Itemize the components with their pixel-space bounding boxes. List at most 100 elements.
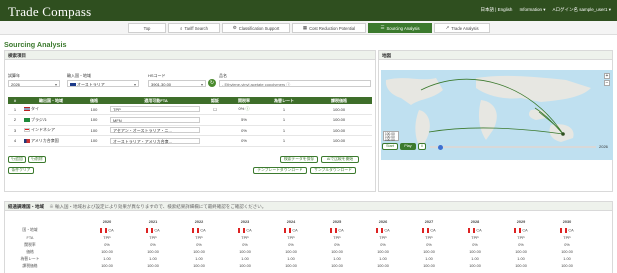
fta-value: TPP	[110, 106, 200, 112]
fta-cell[interactable]: アセアン・オーストラリア・ニ...	[108, 125, 204, 136]
country-cell[interactable]: タイ	[22, 104, 80, 115]
fta-cell[interactable]: オーストラリア・アメリカ合衆...	[108, 135, 204, 147]
template-download-button[interactable]: テンプレートダウンロード	[253, 167, 307, 174]
trend-cell-rate: 0%	[228, 243, 262, 247]
fx-value: 1	[282, 117, 286, 123]
table-row: 4 アメリカ合衆国 100 オーストラリア・アメリカ合衆... 0% 1 100…	[8, 135, 372, 147]
trend-value: TPP	[517, 236, 525, 240]
trend-cell-fx: 1.00	[550, 257, 584, 261]
fx-cell[interactable]: 1	[262, 125, 306, 136]
zoom-in-button[interactable]: +	[604, 73, 610, 79]
legend-value: 100.00	[385, 138, 395, 142]
information-menu[interactable]: Information ▾	[519, 7, 545, 13]
trend-cell-fx: 1.00	[504, 257, 538, 261]
rate-cell: 5%	[226, 114, 262, 126]
tab-tariff-search[interactable]: ⌕ Tariff Search	[168, 23, 220, 33]
year-header: 2029	[516, 220, 526, 224]
tab-classification-support[interactable]: ⚙ Classification Support	[222, 23, 290, 33]
top-links: 日本語 | English Information ▾ Aログイン名 sampl…	[481, 7, 612, 13]
trend-value: CA	[292, 228, 298, 233]
trend-cell-country: CA	[228, 228, 262, 233]
zoom-out-button[interactable]: −	[604, 80, 610, 86]
pause-button[interactable]: ‖	[418, 143, 426, 150]
list-icon: ☰	[380, 25, 385, 30]
trend-cell-country: CA	[320, 228, 354, 233]
country-cell[interactable]: ブラジル	[22, 114, 80, 126]
flag-icon	[24, 138, 30, 143]
product-field[interactable]: - Ethylene-vinyl acetate copolymers ⓘ	[219, 80, 371, 87]
trend-cell-value: 100.00	[320, 264, 354, 268]
timeline-handle[interactable]	[438, 144, 443, 150]
add-row-button[interactable]: 行追加	[8, 156, 26, 163]
canada-flag-icon	[514, 228, 522, 233]
trend-value: CA	[568, 228, 574, 233]
trend-cell-country: CA	[504, 228, 538, 233]
trend-value: 1.00	[471, 257, 479, 261]
year-header: 2026	[378, 220, 388, 224]
country-select[interactable]: オーストラリア ▾	[67, 80, 139, 87]
timeline-slider[interactable]	[430, 146, 596, 148]
trend-cell-fx: 1.00	[412, 257, 446, 261]
trend-cell-country: CA	[366, 228, 400, 233]
trend-value: 100.00	[331, 264, 343, 268]
fx-cell[interactable]: 1	[262, 135, 306, 147]
trend-cell-value: 100.00	[136, 264, 170, 268]
trend-cell-price: 100.00	[90, 250, 124, 254]
user-menu[interactable]: Aログイン名 sample_user1 ▾	[552, 7, 611, 13]
trend-value: 0%	[288, 243, 294, 247]
trend-value: 0%	[242, 243, 248, 247]
delete-row-button[interactable]: 行削除	[28, 156, 46, 163]
trend-value: 100.00	[469, 264, 481, 268]
fta-cell[interactable]: MFN	[108, 114, 204, 126]
cert-checkbox[interactable]: ☐	[204, 104, 226, 115]
play-button[interactable]: Play	[400, 143, 416, 150]
hs-code-value: 3901.30.00	[151, 82, 172, 87]
trend-cell-fx: 1.00	[320, 257, 354, 261]
trend-value: 100.00	[469, 250, 481, 254]
info-icon[interactable]: ⓘ	[245, 106, 249, 111]
trend-value: 100.00	[101, 250, 113, 254]
brand-logo[interactable]: Trade Compass	[8, 4, 91, 20]
price-cell[interactable]: 100	[80, 125, 108, 136]
sample-download-button[interactable]: サンプルダウンロード	[310, 167, 356, 174]
row-number: 4	[8, 135, 22, 147]
price-value: 100	[90, 127, 98, 133]
chevron-down-icon: ▾	[133, 82, 136, 87]
price-cell[interactable]: 100	[80, 104, 108, 115]
cert-checkbox[interactable]	[204, 114, 226, 126]
fta-cell[interactable]: TPP	[108, 104, 204, 115]
trend-value: CA	[246, 228, 252, 233]
clear-button[interactable]: 条件クリア	[8, 167, 34, 174]
trend-cell-country: CA	[90, 228, 124, 233]
tab-trade-analysis[interactable]: ↗ Trade Analysis	[434, 23, 490, 33]
fx-cell[interactable]: 1	[262, 104, 306, 115]
tab-top[interactable]: Top	[128, 23, 166, 33]
price-cell[interactable]: 100	[80, 114, 108, 126]
refresh-icon[interactable]: ↻	[208, 79, 216, 87]
fx-cell[interactable]: 1	[262, 114, 306, 126]
tab-label: Top	[143, 25, 151, 31]
tab-cost-reduction[interactable]: ▦ Cost Reduction Potential	[292, 23, 366, 33]
year-header: 2024	[286, 220, 296, 224]
price-value: 100	[90, 117, 98, 123]
save-search-button[interactable]: 検索データを保存	[280, 156, 318, 163]
cert-checkbox[interactable]	[204, 135, 226, 147]
country-label: 輸入国・地域	[67, 73, 91, 78]
trend-value: CA	[200, 228, 206, 233]
value-value: 100.00	[332, 117, 346, 123]
price-cell[interactable]: 100	[80, 135, 108, 147]
trend-cell-country: CA	[550, 228, 584, 233]
trend-cell-rate: 0%	[458, 243, 492, 247]
country-cell[interactable]: アメリカ合衆国	[22, 135, 80, 147]
hs-code-select[interactable]: 3901.30.00 ▾	[148, 80, 206, 87]
language-switch[interactable]: 日本語 | English	[481, 7, 513, 13]
ai-compare-button[interactable]: AIで比較を開始	[321, 156, 359, 163]
trend-cell-price: 100.00	[182, 250, 216, 254]
tab-sourcing-analysis[interactable]: ☰ Sourcing Analysis	[368, 23, 432, 33]
trend-value: 1.00	[241, 257, 249, 261]
timeline-end-label: 2026	[599, 144, 608, 149]
year-select[interactable]: 2026 ▾	[8, 80, 60, 87]
start-button[interactable]: Start	[382, 143, 398, 150]
country-cell[interactable]: インドネシア	[22, 125, 80, 136]
cert-checkbox[interactable]	[204, 125, 226, 136]
